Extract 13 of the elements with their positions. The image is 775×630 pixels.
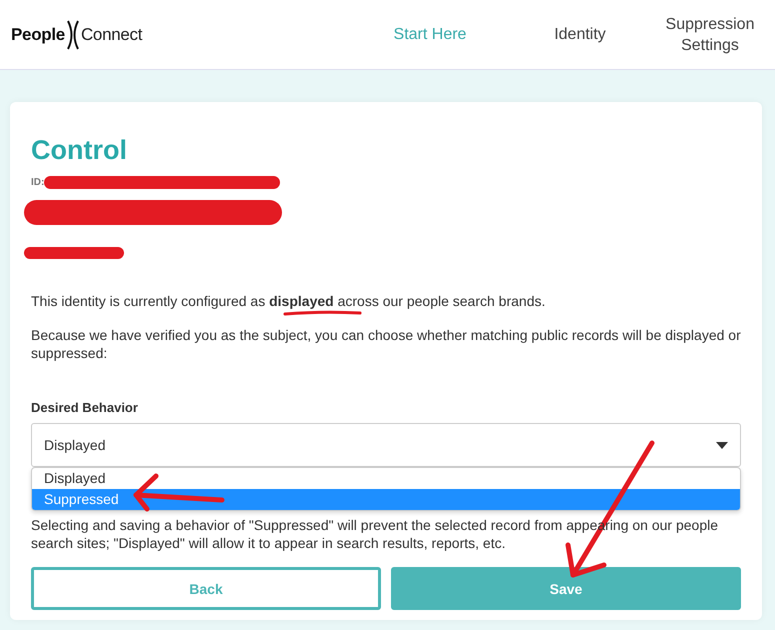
logo-text: Connect bbox=[80, 24, 142, 44]
status-text: This identity is currently configured as displayed across our people search brands. bbox=[31, 292, 546, 310]
logo-text: People bbox=[11, 24, 65, 44]
nav-link[interactable]: Identity bbox=[505, 24, 655, 45]
dropdown-option[interactable]: Displayed bbox=[32, 468, 740, 489]
behavior-select[interactable]: Displayed bbox=[31, 423, 741, 467]
caret-icon bbox=[716, 442, 728, 448]
logo-x-icon bbox=[66, 20, 80, 50]
id-label: ID: bbox=[31, 177, 44, 188]
page-title: Control bbox=[31, 134, 128, 167]
intro-text: Because we have verified you as the subject, you can choose whether matching public records will be displayed or suppressed: bbox=[31, 326, 741, 362]
field-label: Desired Behavior bbox=[31, 400, 139, 415]
nav-link[interactable]: Suppression Settings bbox=[655, 14, 765, 56]
